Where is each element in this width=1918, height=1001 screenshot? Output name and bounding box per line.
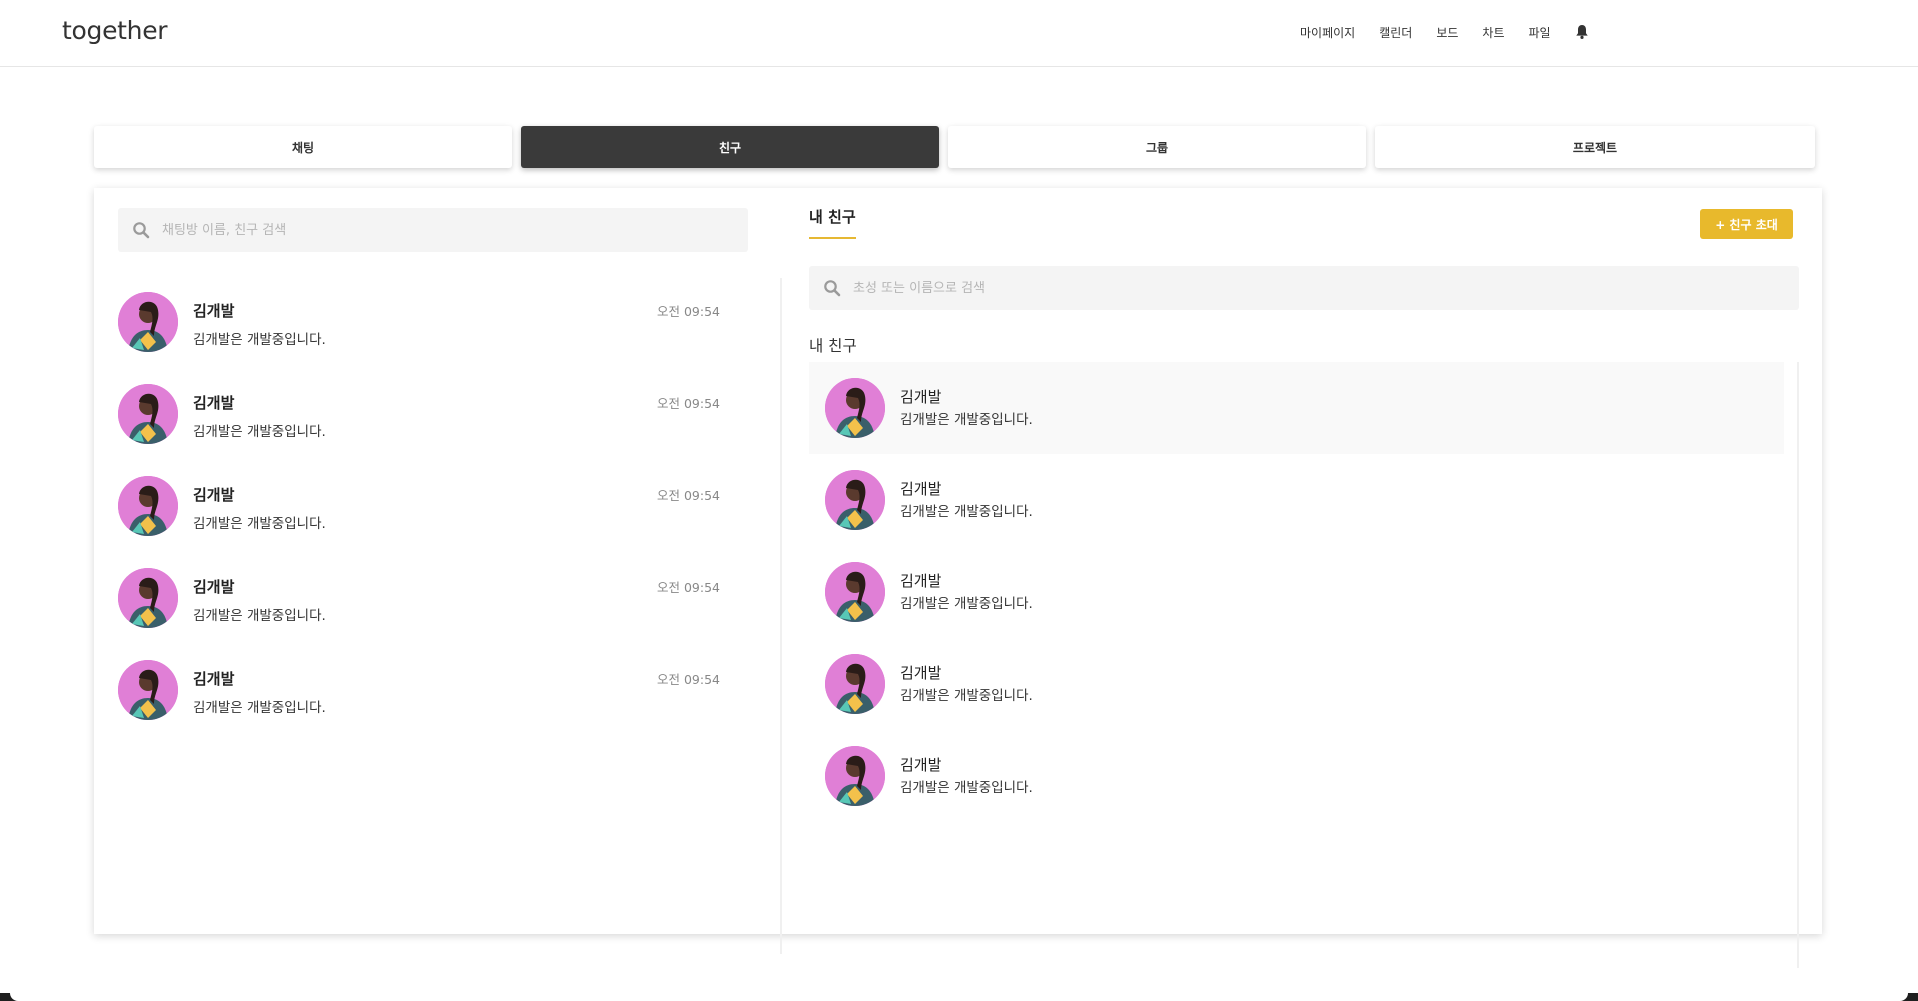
friend-search-box [809, 266, 1799, 310]
avatar [825, 562, 885, 622]
nav-board[interactable]: 보드 [1436, 24, 1458, 41]
tab-my-friends[interactable]: 내 친구 [809, 206, 856, 239]
friend-list-item[interactable]: 김개발 김개발은 개발중입니다. [809, 454, 1784, 546]
chat-last-message: 김개발은 개발중입니다. [193, 424, 326, 440]
avatar [825, 746, 885, 806]
tab-project[interactable]: 프로젝트 [1375, 126, 1815, 168]
chat-list-item[interactable]: 김개발 김개발은 개발중입니다. 오전 09:54 [118, 384, 748, 476]
friend-name: 김개발 [900, 480, 942, 498]
app-logo[interactable]: together [62, 16, 168, 45]
chat-last-message: 김개발은 개발중입니다. [193, 332, 326, 348]
chat-time: 오전 09:54 [657, 580, 720, 595]
friends-section: 내 친구 + 친구 초대 내 친구 [809, 188, 1822, 934]
avatar [825, 378, 885, 438]
nav-chart[interactable]: 차트 [1482, 24, 1504, 41]
avatar [118, 660, 178, 720]
friend-name: 김개발 [900, 572, 942, 590]
friend-status-message: 김개발은 개발중입니다. [900, 412, 1033, 428]
content-panel: 김개발 김개발은 개발중입니다. 오전 09:54 김개발 김개발은 개발중입니… [94, 188, 1822, 954]
chat-name: 김개발 [193, 486, 235, 504]
friend-status-message: 김개발은 개발중입니다. [900, 504, 1033, 520]
main-tabs: 채팅 친구 그룹 프로젝트 [94, 126, 1815, 168]
tab-friends[interactable]: 친구 [521, 126, 939, 168]
friend-list-item[interactable]: 김개발 김개발은 개발중입니다. [809, 730, 1784, 822]
friend-list: 김개발 김개발은 개발중입니다. 김개발 김개발은 개발중입니다. 김개발 김개… [809, 362, 1784, 822]
chat-name: 김개발 [193, 670, 235, 688]
avatar [825, 470, 885, 530]
chat-list-item[interactable]: 김개발 김개발은 개발중입니다. 오전 09:54 [118, 660, 748, 752]
chat-name: 김개발 [193, 394, 235, 412]
chat-last-message: 김개발은 개발중입니다. [193, 516, 326, 532]
friend-name: 김개발 [900, 756, 942, 774]
friend-name: 김개발 [900, 388, 942, 406]
nav-calendar[interactable]: 캘린더 [1379, 24, 1412, 41]
chat-last-message: 김개발은 개발중입니다. [193, 700, 326, 716]
window-bottom-edge [0, 993, 1918, 1001]
search-icon [824, 280, 841, 297]
chat-list-item[interactable]: 김개발 김개발은 개발중입니다. 오전 09:54 [118, 292, 748, 384]
chat-time: 오전 09:54 [657, 488, 720, 503]
chat-time: 오전 09:54 [657, 304, 720, 319]
chat-search-input[interactable] [162, 222, 748, 238]
avatar [118, 292, 178, 352]
invite-friend-button[interactable]: + 친구 초대 [1700, 209, 1793, 239]
chat-time: 오전 09:54 [657, 396, 720, 411]
avatar [825, 654, 885, 714]
friend-list-item[interactable]: 김개발 김개발은 개발중입니다. [809, 546, 1784, 638]
avatar [118, 384, 178, 444]
search-icon [133, 222, 150, 239]
friend-list-scrollbar[interactable] [1797, 362, 1799, 968]
chat-search-box [118, 208, 748, 252]
avatar [118, 568, 178, 628]
tab-group[interactable]: 그룹 [948, 126, 1366, 168]
chat-list: 김개발 김개발은 개발중입니다. 오전 09:54 김개발 김개발은 개발중입니… [118, 292, 748, 752]
nav-file[interactable]: 파일 [1529, 24, 1551, 41]
friend-name: 김개발 [900, 664, 942, 682]
friend-list-item[interactable]: 김개발 김개발은 개발중입니다. [809, 362, 1784, 454]
bell-icon[interactable] [1575, 24, 1589, 40]
top-header: together 마이페이지 캘린더 보드 차트 파일 [0, 0, 1918, 67]
friend-status-message: 김개발은 개발중입니다. [900, 780, 1033, 796]
chat-name: 김개발 [193, 578, 235, 596]
tab-chat[interactable]: 채팅 [94, 126, 512, 168]
chat-last-message: 김개발은 개발중입니다. [193, 608, 326, 624]
nav-mypage[interactable]: 마이페이지 [1300, 24, 1355, 41]
avatar [118, 476, 178, 536]
chat-time: 오전 09:54 [657, 672, 720, 687]
chat-name: 김개발 [193, 302, 235, 320]
friends-list-heading: 내 친구 [809, 337, 857, 355]
friend-status-message: 김개발은 개발중입니다. [900, 688, 1033, 704]
chat-list-item[interactable]: 김개발 김개발은 개발중입니다. 오전 09:54 [118, 568, 748, 660]
window-bottom-inner [10, 993, 1908, 1001]
top-nav: 마이페이지 캘린더 보드 차트 파일 [1300, 24, 1589, 41]
friend-search-input[interactable] [853, 280, 1799, 296]
column-divider [780, 278, 782, 954]
friend-status-message: 김개발은 개발중입니다. [900, 596, 1033, 612]
friend-list-item[interactable]: 김개발 김개발은 개발중입니다. [809, 638, 1784, 730]
chat-list-item[interactable]: 김개발 김개발은 개발중입니다. 오전 09:54 [118, 476, 748, 568]
